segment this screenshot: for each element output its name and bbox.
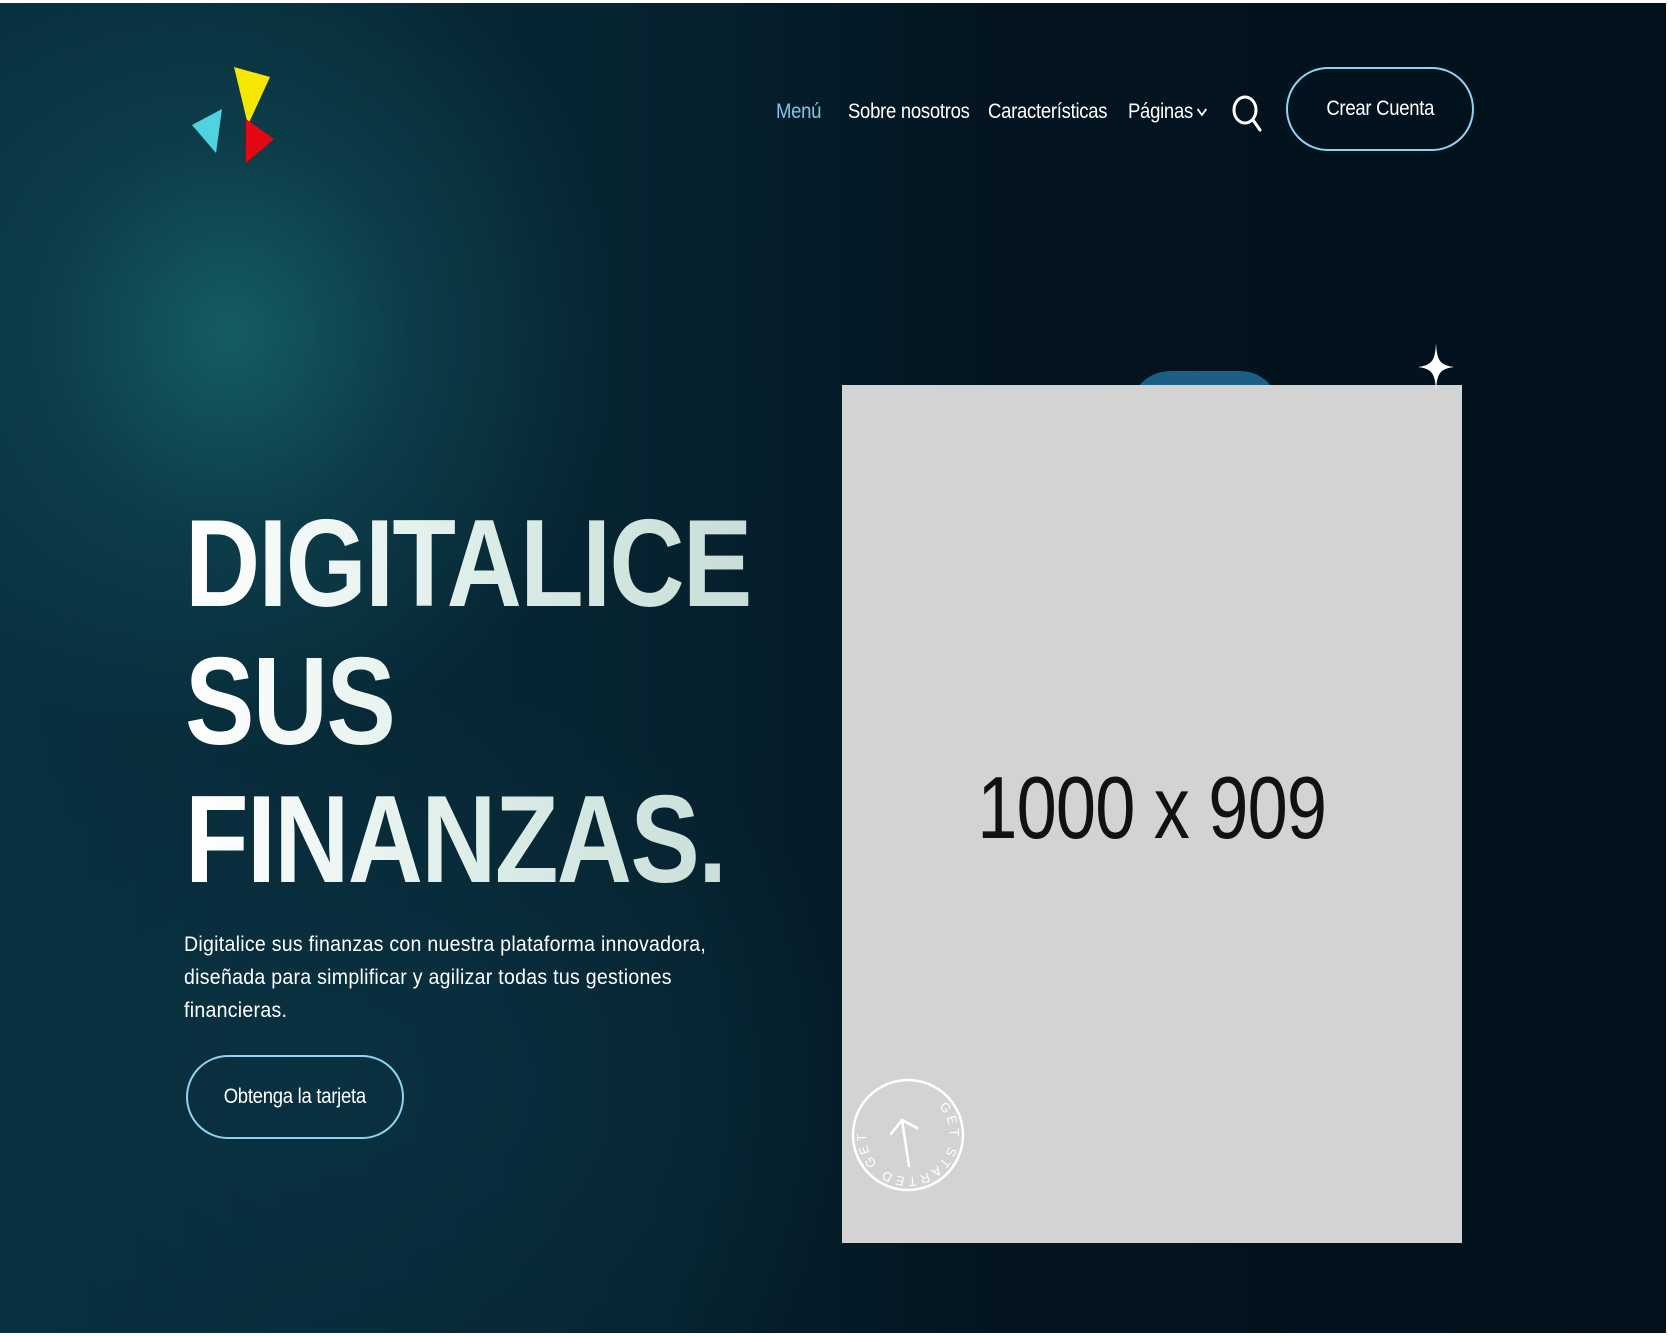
hero-title: DIGITALICE SUS FINANZAS. bbox=[185, 495, 751, 909]
nav-item-paginas-label: Páginas bbox=[1128, 100, 1193, 123]
chevron-down-icon bbox=[1196, 108, 1207, 118]
logo[interactable] bbox=[192, 67, 282, 163]
nav-item-paginas[interactable]: Páginas bbox=[1128, 95, 1207, 129]
logo-cyan-triangle bbox=[192, 109, 222, 153]
hero-description: Digitalice sus finanzas con nuestra plat… bbox=[184, 933, 707, 1022]
nav-item-sobre-nosotros[interactable]: Sobre nosotros bbox=[848, 95, 970, 129]
hero-section: Menú Sobre nosotros Características Pági… bbox=[0, 3, 1666, 1333]
get-card-label: Obtenga la tarjeta bbox=[223, 1085, 367, 1108]
hero-title-line: DIGITALICE bbox=[185, 495, 751, 633]
get-started-badge[interactable]: GET STARTED GET STARTED bbox=[851, 1078, 965, 1192]
hero-title-line: SUS bbox=[185, 633, 395, 771]
arrow-up-icon bbox=[889, 1118, 919, 1168]
nav-item-caracteristicas[interactable]: Características bbox=[988, 95, 1108, 129]
hero-title-line: FINANZAS. bbox=[185, 771, 726, 909]
nav-item-menu[interactable]: Menú bbox=[776, 95, 821, 129]
search-icon[interactable] bbox=[1231, 93, 1263, 133]
create-account-button[interactable]: Crear Cuenta bbox=[1286, 67, 1474, 151]
logo-red-triangle bbox=[246, 119, 274, 163]
sparkle-icon bbox=[1418, 343, 1454, 391]
logo-yellow-triangle bbox=[234, 67, 270, 125]
get-card-button[interactable]: Obtenga la tarjeta bbox=[186, 1055, 404, 1139]
create-account-label: Crear Cuenta bbox=[1326, 97, 1434, 120]
placeholder-dimensions: 1000 x 909 bbox=[977, 758, 1328, 857]
